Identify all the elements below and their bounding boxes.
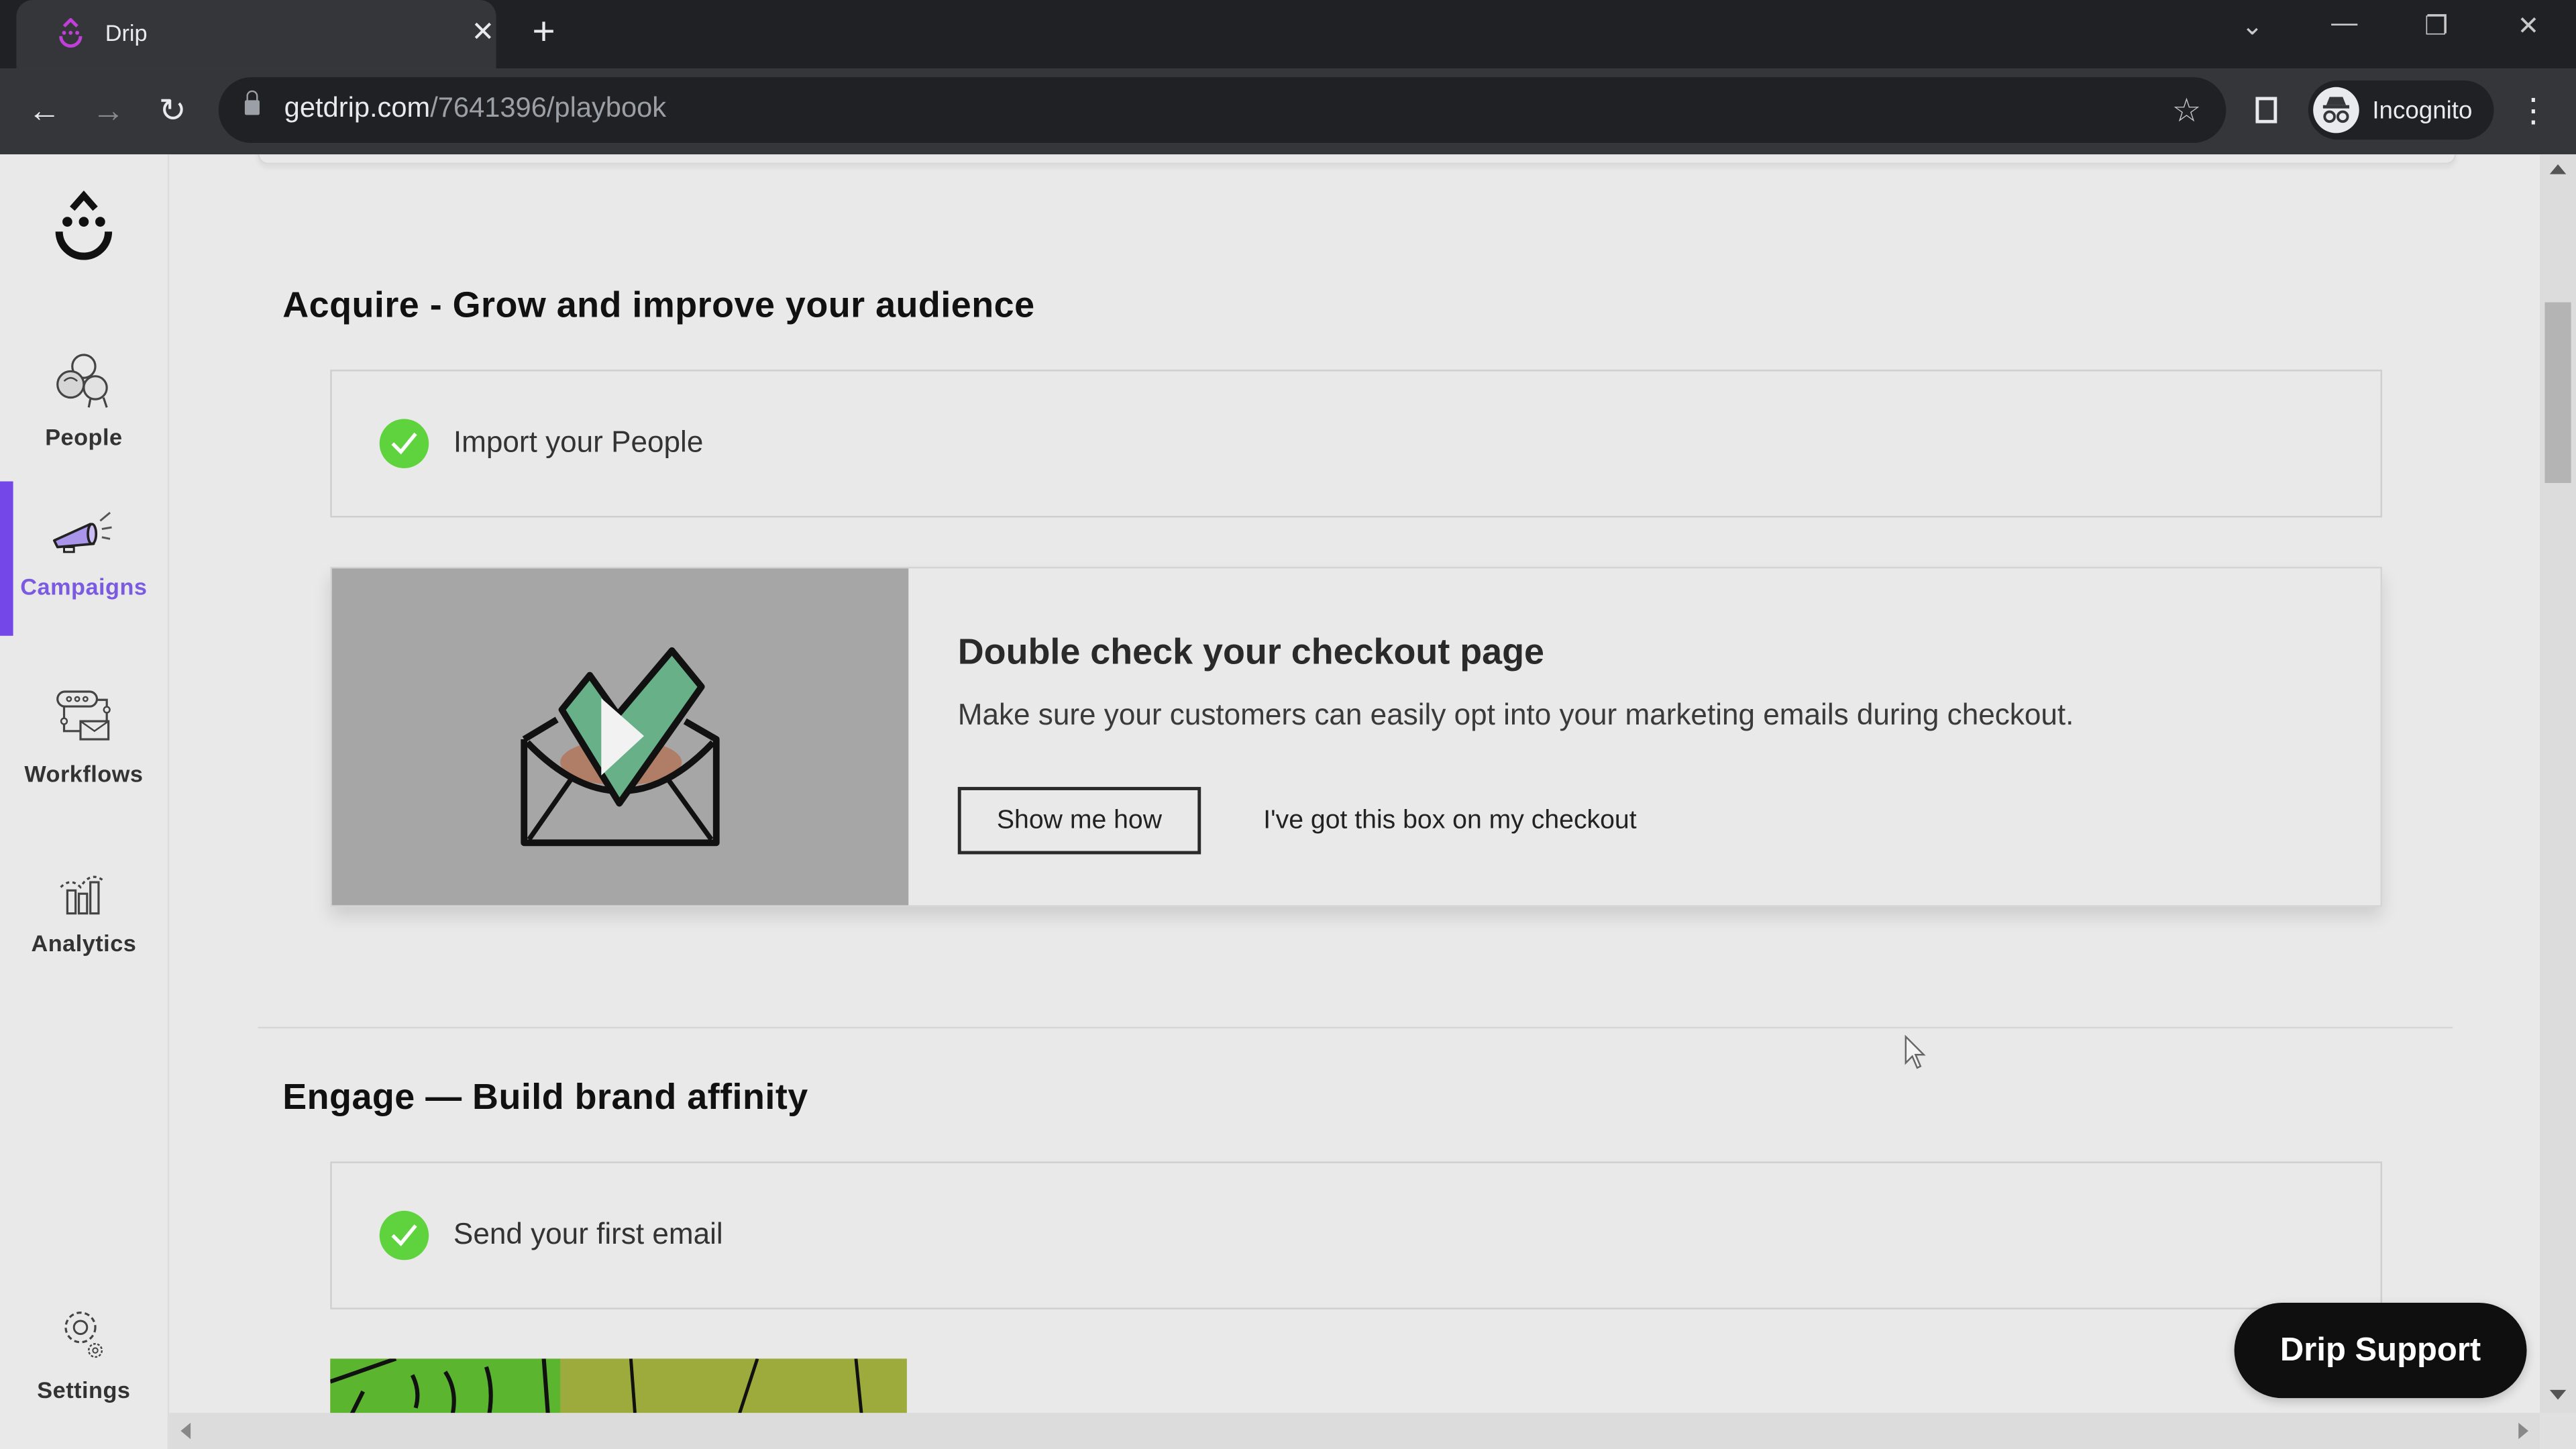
vertical-scrollbar[interactable] bbox=[2540, 154, 2576, 1413]
browser-toolbar: ← → ↻ getdrip.com/7641396/playbook ☆ Inc… bbox=[0, 68, 2576, 155]
task-label: Import your People bbox=[453, 425, 704, 459]
sidebar-item-label: Campaigns bbox=[20, 573, 148, 600]
gear-icon bbox=[64, 1311, 103, 1358]
sidebar-item-label: Settings bbox=[37, 1377, 131, 1403]
video-thumbnail[interactable] bbox=[331, 568, 909, 906]
workflow-icon bbox=[56, 690, 111, 741]
drip-logo-icon[interactable] bbox=[49, 191, 118, 266]
url-text[interactable]: getdrip.com/7641396/playbook bbox=[284, 92, 666, 125]
arrow-right-icon[interactable]: → bbox=[87, 91, 130, 133]
people-icon bbox=[56, 354, 108, 408]
task-label: Send your first email bbox=[453, 1217, 723, 1250]
task-import-people[interactable]: Import your People bbox=[330, 370, 2383, 518]
reload-icon[interactable]: ↻ bbox=[151, 91, 194, 133]
dismiss-checkout-link[interactable]: I've got this box on my checkout bbox=[1263, 806, 1636, 836]
sidebar-item-label: Analytics bbox=[31, 930, 137, 957]
feature-description: Make sure your customers can easily opt … bbox=[957, 698, 2074, 731]
address-bar[interactable]: getdrip.com/7641396/playbook ☆ bbox=[218, 77, 2226, 144]
sidebar-item-workflows[interactable]: Workflows bbox=[0, 669, 168, 823]
profile-button[interactable]: Incognito bbox=[2308, 80, 2494, 140]
section-divider bbox=[258, 1026, 2453, 1029]
scrollbar-corner bbox=[2540, 1413, 2576, 1449]
check-circle-icon bbox=[379, 419, 429, 468]
restore-icon[interactable]: ❐ bbox=[2412, 10, 2461, 43]
close-icon[interactable]: ✕ bbox=[467, 16, 500, 49]
analytics-icon bbox=[60, 875, 105, 915]
previous-card-edge bbox=[258, 154, 2457, 164]
playbook-content: Acquire - Grow and improve your audience… bbox=[169, 154, 2540, 1425]
chevron-down-icon[interactable]: ⌄ bbox=[2228, 10, 2277, 43]
scroll-down-icon[interactable] bbox=[2549, 1389, 2567, 1400]
task-send-first-email[interactable]: Send your first email bbox=[330, 1161, 2383, 1309]
active-indicator bbox=[0, 481, 13, 636]
scrollbar-thumb[interactable] bbox=[2544, 302, 2571, 484]
browser-tab-strip: Drip ✕ + ⌄ — ❐ ✕ bbox=[0, 0, 2576, 69]
star-icon[interactable]: ☆ bbox=[2172, 91, 2202, 131]
tab-title: Drip bbox=[105, 19, 148, 46]
show-me-how-button[interactable]: Show me how bbox=[957, 787, 1201, 855]
section-title-acquire: Acquire - Grow and improve your audience bbox=[282, 284, 1035, 325]
scroll-right-icon[interactable] bbox=[2518, 1422, 2528, 1440]
drip-logo-icon bbox=[59, 17, 83, 48]
scroll-left-icon[interactable] bbox=[180, 1422, 191, 1440]
mouse-cursor-icon bbox=[1904, 1034, 1926, 1069]
horizontal-scrollbar[interactable] bbox=[169, 1413, 2540, 1449]
envelope-checkmark-icon bbox=[521, 647, 720, 847]
close-icon[interactable]: ✕ bbox=[2504, 10, 2553, 43]
check-circle-icon bbox=[379, 1210, 429, 1260]
scroll-up-icon[interactable] bbox=[2549, 164, 2567, 174]
sidebar-item-label: People bbox=[45, 423, 123, 451]
drip-support-button[interactable]: Drip Support bbox=[2234, 1303, 2527, 1399]
feature-card-checkout: Double check your checkout page Make sur… bbox=[330, 566, 2383, 907]
browser-tab[interactable]: Drip ✕ bbox=[16, 0, 496, 69]
arrow-left-icon[interactable]: ← bbox=[23, 91, 66, 133]
sidebar-item-label: Workflows bbox=[24, 760, 144, 788]
section-title-engage: Engage — Build brand affinity bbox=[282, 1076, 808, 1118]
megaphone-icon bbox=[52, 511, 112, 553]
profile-label: Incognito bbox=[2372, 97, 2473, 125]
minimize-icon[interactable]: — bbox=[2320, 10, 2369, 40]
app-sidebar: People Campaigns Workflows Analytics Set… bbox=[0, 154, 170, 1449]
page-viewport: People Campaigns Workflows Analytics Set… bbox=[0, 154, 2576, 1449]
feature-title: Double check your checkout page bbox=[957, 631, 1545, 672]
sidebar-item-analytics[interactable]: Analytics bbox=[0, 838, 168, 992]
kebab-menu-icon[interactable]: ⋮ bbox=[2517, 91, 2550, 133]
sidebar-item-settings[interactable]: Settings bbox=[0, 1285, 168, 1439]
side-panel-icon[interactable] bbox=[2255, 97, 2277, 123]
plus-icon[interactable]: + bbox=[526, 12, 562, 53]
sidebar-item-people[interactable]: People bbox=[0, 332, 168, 486]
incognito-icon bbox=[2313, 87, 2359, 133]
lock-icon[interactable] bbox=[244, 90, 260, 115]
sidebar-item-campaigns[interactable]: Campaigns bbox=[0, 481, 168, 636]
